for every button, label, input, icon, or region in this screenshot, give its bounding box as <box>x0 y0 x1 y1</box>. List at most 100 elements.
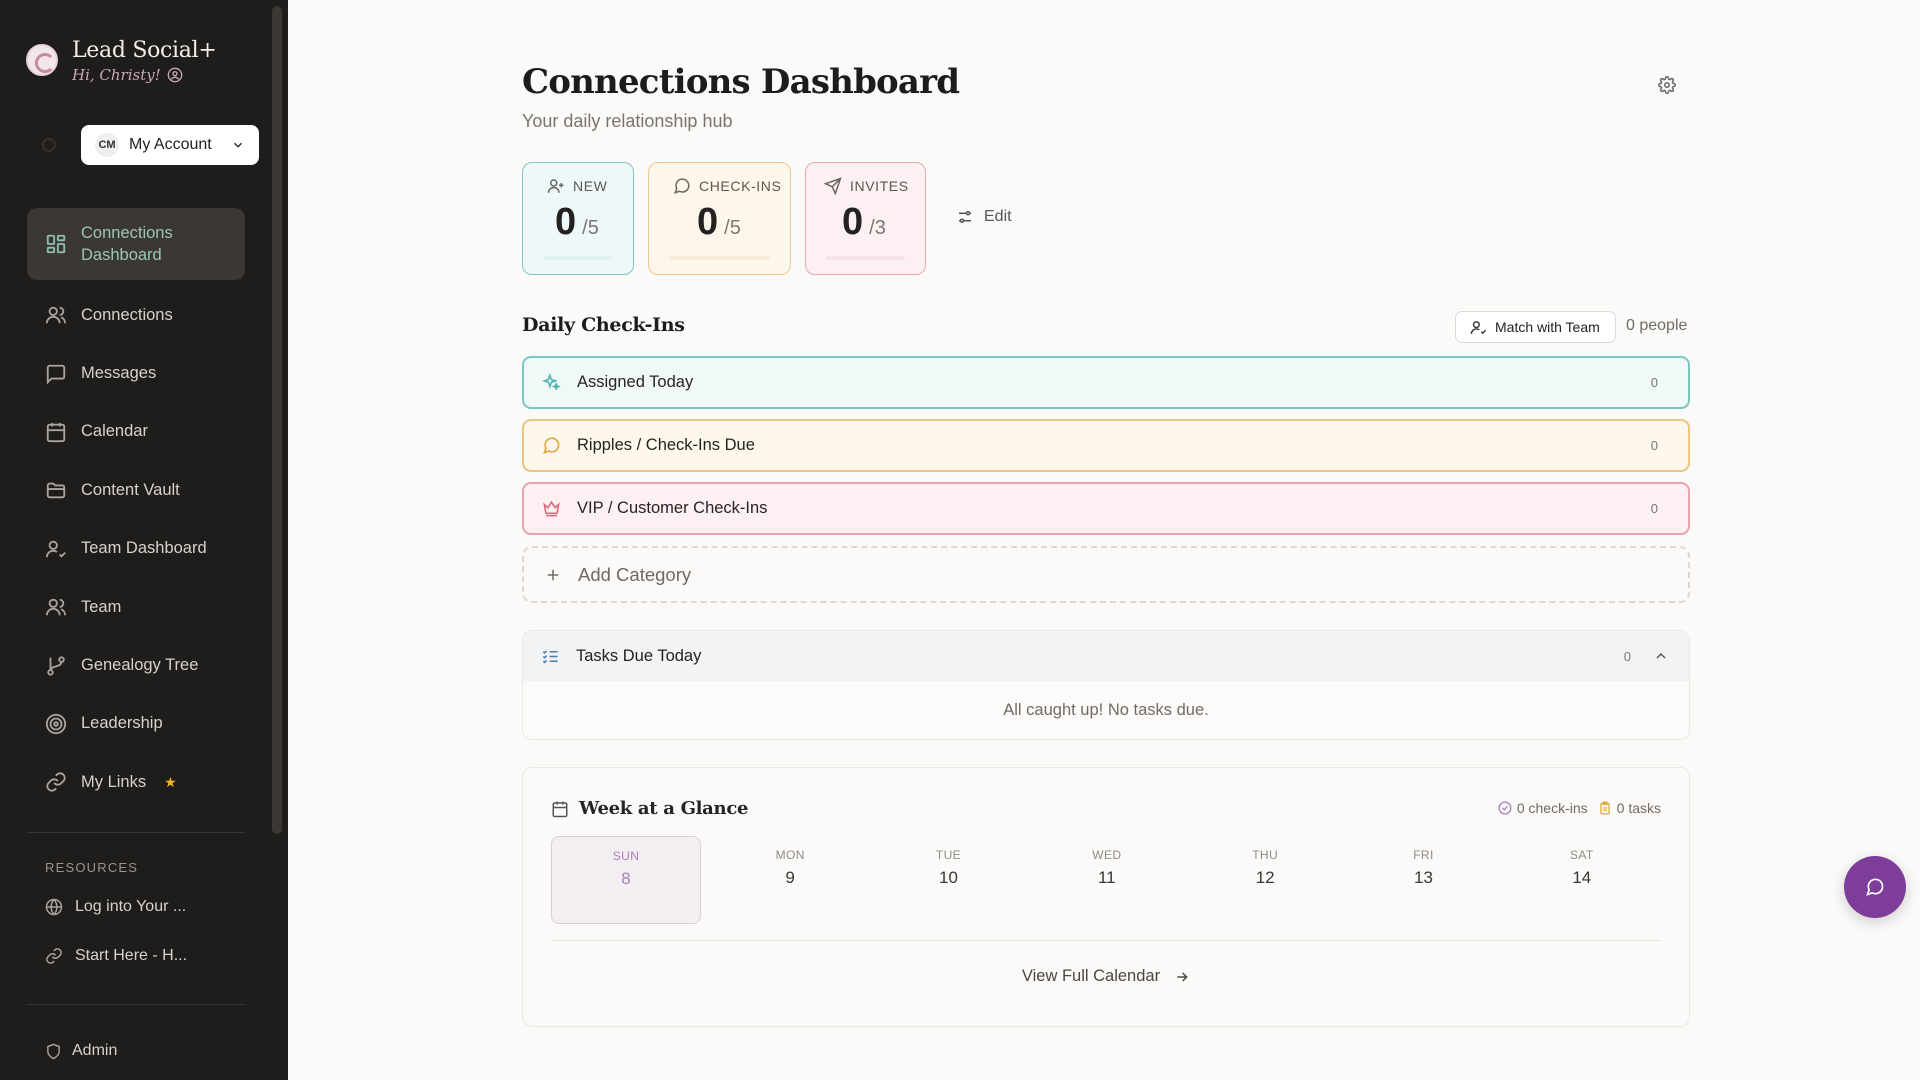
brand[interactable]: Lead Social+ Hi, Christy! <box>26 38 217 84</box>
sidebar-item-content-vault[interactable]: Content Vault <box>27 461 245 519</box>
tasks-empty-message: All caught up! No tasks due. <box>1003 701 1209 719</box>
greeting-text: Hi, Christy! <box>72 66 161 84</box>
edit-label: Edit <box>984 208 1012 225</box>
day-cell-wed[interactable]: WED 11 <box>1028 836 1186 924</box>
stat-card-check-ins[interactable]: CHECK-INS 0/5 <box>648 162 791 275</box>
admin-link[interactable]: Admin <box>45 1042 117 1060</box>
stat-progress-bar <box>669 256 770 260</box>
resource-item-log-in[interactable]: Log into Your ... <box>45 898 186 916</box>
target-icon <box>45 713 67 735</box>
stat-progress-bar <box>543 256 613 260</box>
calendar-icon <box>46 422 66 443</box>
account-label: My Account <box>129 136 212 153</box>
day-cell-sat[interactable]: SAT 14 <box>1503 836 1661 924</box>
day-name: MON <box>775 848 805 862</box>
category-count: 0 <box>1650 375 1658 390</box>
send-icon <box>824 177 842 195</box>
resources-title: RESOURCES <box>45 860 139 875</box>
day-cell-mon[interactable]: MON 9 <box>711 836 869 924</box>
stat-goal: /5 <box>724 217 741 239</box>
edit-goals-button[interactable]: Edit <box>956 208 1012 226</box>
add-category-label: Add Category <box>578 563 692 585</box>
day-cell-sun[interactable]: SUN 8 <box>551 836 701 924</box>
category-count: 0 <box>1650 501 1658 516</box>
calendar-icon <box>552 801 568 817</box>
day-cell-tue[interactable]: TUE 10 <box>869 836 1027 924</box>
shield-icon <box>47 1043 60 1059</box>
day-name: SAT <box>1569 848 1594 862</box>
week-at-a-glance-panel: Week at a Glance 0 check-ins 0 tasks SUN… <box>522 767 1690 1027</box>
star-icon: ★ <box>164 773 177 790</box>
tasks-header[interactable]: Tasks Due Today 0 <box>523 631 1689 681</box>
day-cell-thu[interactable]: THU 12 <box>1186 836 1344 924</box>
users-icon <box>45 306 67 324</box>
git-branch-icon <box>47 655 65 676</box>
sidebar-item-messages[interactable]: Messages <box>27 344 245 402</box>
stat-value: 0 <box>555 201 577 243</box>
sparkles-icon <box>542 373 561 391</box>
category-assigned-today[interactable]: Assigned Today 0 <box>522 356 1690 409</box>
my-account-button[interactable]: CM My Account <box>81 125 259 165</box>
sidebar-divider <box>27 832 245 833</box>
clipboard-icon <box>1599 801 1610 815</box>
chevron-up-icon[interactable] <box>1653 648 1669 664</box>
daily-check-ins-title: Daily Check-Ins <box>522 314 685 336</box>
gear-icon[interactable] <box>1658 76 1676 94</box>
sidebar-item-label: Content Vault <box>81 480 180 499</box>
day-date: 9 <box>785 868 795 887</box>
match-label: Match with Team <box>1495 319 1600 335</box>
stat-card-invites[interactable]: INVITES 0/3 <box>805 162 926 275</box>
sidebar-item-connections-dashboard[interactable]: Connections Dashboard <box>27 208 245 280</box>
add-category-button[interactable]: Add Category <box>522 546 1690 603</box>
week-title: Week at a Glance <box>551 798 748 819</box>
dashboard-icon <box>46 234 66 254</box>
stat-card-new[interactable]: NEW 0/5 <box>522 162 634 275</box>
match-with-team-button[interactable]: Match with Team <box>1455 311 1616 343</box>
sidebar-item-label: Team <box>81 597 122 616</box>
day-date: 12 <box>1255 868 1275 887</box>
week-checkins-summary: 0 check-ins <box>1516 800 1588 816</box>
sidebar-item-team-dashboard[interactable]: Team Dashboard <box>27 520 245 578</box>
chat-fab-button[interactable] <box>1844 856 1906 918</box>
sidebar: Lead Social+ Hi, Christy! CM My Account … <box>0 0 288 1080</box>
link-icon <box>46 772 66 792</box>
sidebar-item-team[interactable]: Team <box>27 578 245 636</box>
message-square-icon <box>46 364 66 385</box>
sidebar-item-label: Genealogy Tree <box>81 656 199 675</box>
sidebar-item-leadership[interactable]: Leadership <box>27 695 245 753</box>
category-ripples-check-ins-due[interactable]: Ripples / Check-Ins Due 0 <box>522 419 1690 472</box>
view-full-calendar-link[interactable]: View Full Calendar <box>523 967 1689 986</box>
week-days-row: SUN 8 MON 9 TUE 10 WED 11 THU 12 FRI 13 <box>551 836 1661 924</box>
sliders-icon <box>959 211 971 223</box>
resource-label: Start Here - H... <box>75 947 188 964</box>
category-vip-customer-check-ins[interactable]: VIP / Customer Check-Ins 0 <box>522 482 1690 535</box>
sidebar-scrollbar[interactable] <box>272 6 282 834</box>
week-tasks-summary: 0 tasks <box>1616 800 1661 816</box>
user-check-icon <box>45 540 66 558</box>
stat-label: CHECK-INS <box>699 178 782 194</box>
stat-label: NEW <box>573 178 608 194</box>
sidebar-item-calendar[interactable]: Calendar <box>27 403 245 461</box>
sidebar-item-connections[interactable]: Connections <box>27 286 245 344</box>
greeting: Hi, Christy! <box>72 66 216 84</box>
sidebar-item-label: Messages <box>81 364 157 383</box>
check-circle-icon <box>1498 801 1512 815</box>
category-label: VIP / Customer Check-Ins <box>577 499 768 517</box>
user-plus-icon <box>547 179 564 193</box>
page-title: Connections Dashboard <box>522 62 960 102</box>
sidebar-item-genealogy-tree[interactable]: Genealogy Tree <box>27 636 245 694</box>
user-circle-icon[interactable] <box>167 67 183 83</box>
resource-label: Log into Your ... <box>75 898 187 915</box>
brand-logo-icon <box>26 44 58 76</box>
tasks-count: 0 <box>1623 648 1631 664</box>
sidebar-item-my-links[interactable]: My Links ★ <box>27 753 245 811</box>
folder-icon <box>46 483 66 499</box>
day-cell-fri[interactable]: FRI 13 <box>1344 836 1502 924</box>
message-circle-icon <box>674 178 690 194</box>
sidebar-item-label: Team Dashboard <box>81 539 207 558</box>
week-divider <box>551 940 1661 941</box>
day-date: 11 <box>1097 868 1116 887</box>
resource-item-start-here[interactable]: Start Here - H... <box>45 947 187 965</box>
arrow-right-icon <box>1177 971 1188 982</box>
day-name: THU <box>1252 848 1279 862</box>
